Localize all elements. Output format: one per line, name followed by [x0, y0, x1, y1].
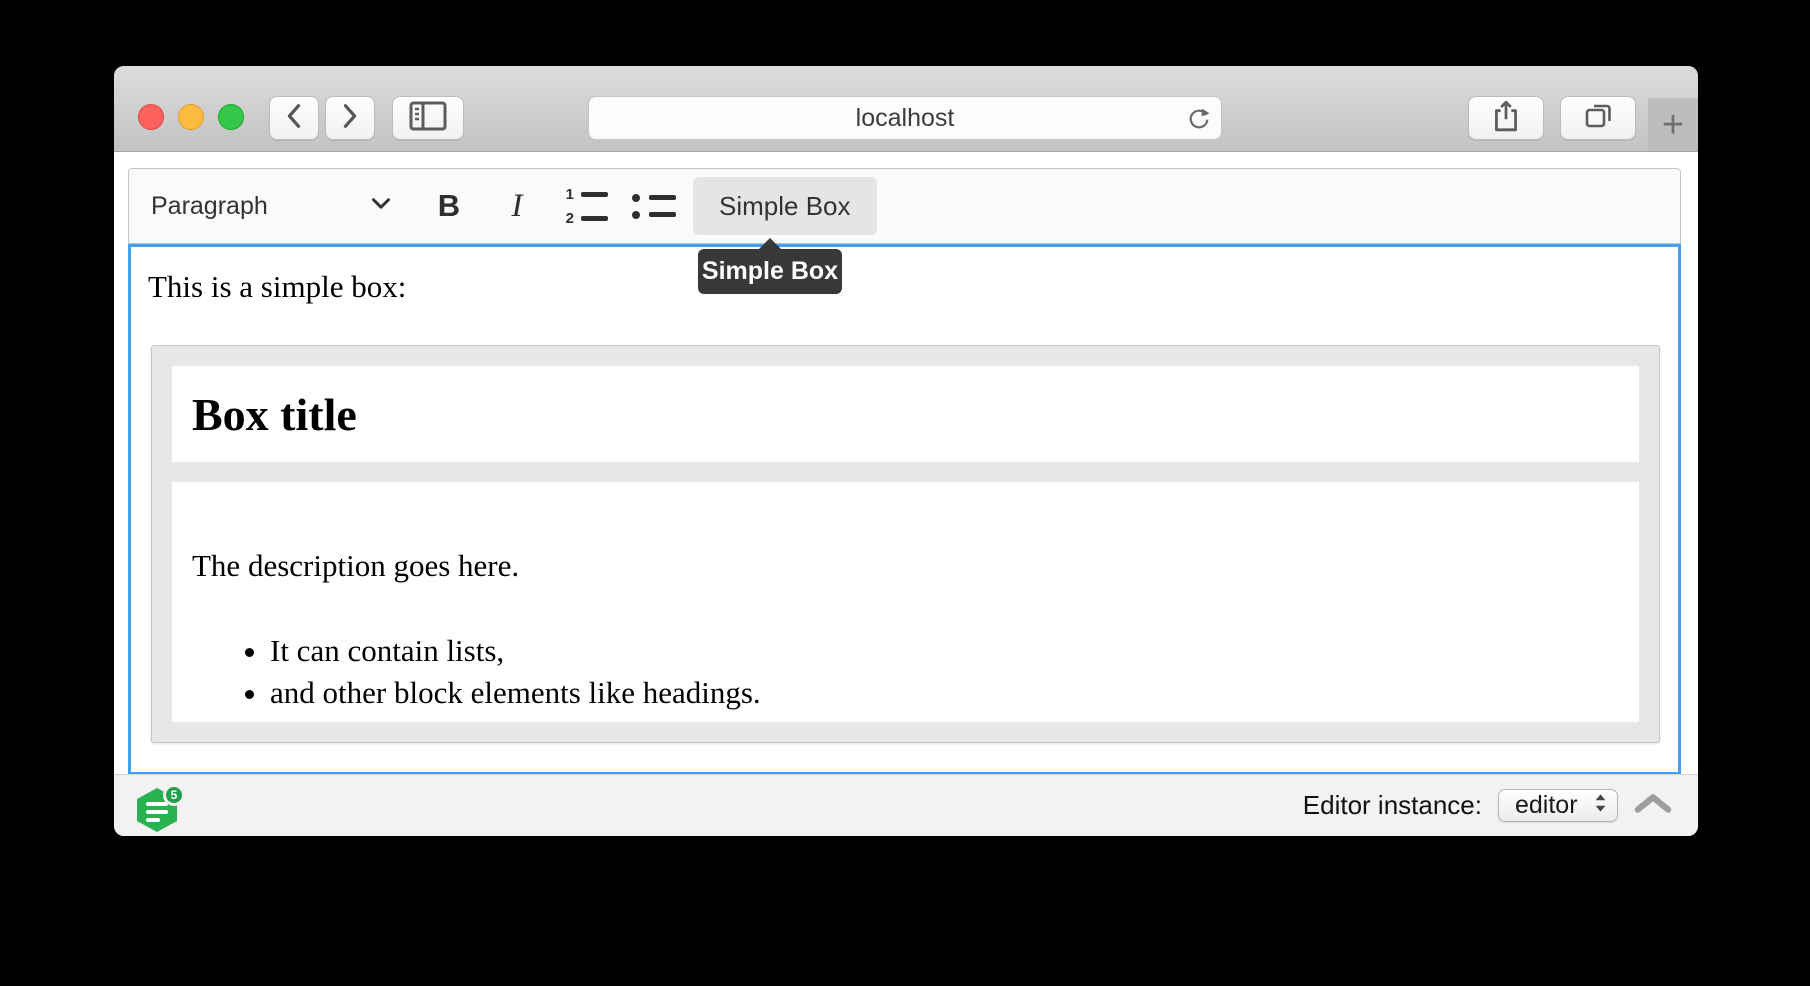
share-button[interactable]	[1468, 96, 1544, 140]
simple-box-description[interactable]: The description goes here. It can contai…	[172, 482, 1639, 722]
simple-box-title[interactable]: Box title	[172, 366, 1639, 462]
share-icon	[1490, 99, 1522, 138]
list-item: and other block elements like headings.	[270, 672, 1619, 714]
numbered-list-icon: 1 2	[562, 187, 608, 226]
simple-box-tooltip: Simple Box	[698, 249, 842, 294]
sidebar-icon	[409, 101, 447, 136]
browser-title-bar: localhost	[114, 66, 1698, 152]
address-bar-url: localhost	[856, 104, 955, 133]
reload-icon	[1186, 106, 1212, 132]
tooltip-arrow-icon	[758, 238, 782, 250]
intro-paragraph: This is a simple box:	[148, 269, 1678, 305]
tooltip-text: Simple Box	[702, 257, 838, 286]
description-paragraph: The description goes here.	[192, 546, 1619, 586]
bulleted-list-icon	[630, 194, 676, 219]
editor-instance-label: Editor instance:	[1303, 790, 1482, 821]
description-list: It can contain lists, and other block el…	[192, 630, 1619, 714]
web-page: Paragraph B I 1 2	[114, 152, 1698, 775]
bold-button[interactable]: B	[421, 177, 477, 235]
minimize-window-button[interactable]	[178, 104, 204, 130]
simple-box-button-label: Simple Box	[719, 191, 851, 222]
reload-button[interactable]	[1185, 105, 1213, 133]
chevron-up-icon	[1634, 792, 1672, 814]
forward-button[interactable]	[325, 96, 375, 140]
version-badge: 5	[163, 784, 185, 806]
forward-icon	[342, 103, 358, 134]
editor-toolbar: Paragraph B I 1 2	[128, 168, 1681, 244]
address-bar[interactable]: localhost	[588, 96, 1222, 140]
simple-box-widget[interactable]: Box title The description goes here. It …	[151, 345, 1660, 743]
zoom-window-button[interactable]	[218, 104, 244, 130]
list-item: It can contain lists,	[270, 630, 1619, 672]
tab-overview-button[interactable]	[1560, 96, 1636, 140]
editor-instance-select[interactable]: editor	[1498, 789, 1618, 822]
browser-window: localhost	[114, 66, 1698, 836]
editor-editable-area[interactable]: This is a simple box: Box title The desc…	[128, 244, 1681, 775]
italic-button[interactable]: I	[489, 177, 545, 235]
plus-icon: +	[1662, 106, 1684, 144]
close-window-button[interactable]	[138, 104, 164, 130]
sample-footer: 5 Editor instance: editor	[114, 774, 1698, 836]
sidebar-toggle-button[interactable]	[392, 96, 464, 140]
heading-dropdown[interactable]: Paragraph	[151, 177, 391, 235]
new-tab-button[interactable]: +	[1648, 98, 1698, 151]
bold-icon: B	[438, 188, 460, 224]
heading-dropdown-label: Paragraph	[151, 192, 268, 221]
select-stepper-icon	[1594, 793, 1607, 818]
bulleted-list-button[interactable]	[625, 177, 681, 235]
tabs-icon	[1582, 100, 1614, 137]
collapse-footer-button[interactable]	[1634, 792, 1672, 819]
chevron-down-icon	[371, 197, 391, 215]
italic-icon: I	[512, 188, 523, 225]
back-button[interactable]	[269, 96, 319, 140]
selected-instance: editor	[1515, 791, 1578, 820]
simple-box-button[interactable]: Simple Box	[693, 177, 877, 235]
back-icon	[286, 103, 302, 134]
ckeditor-logo[interactable]: 5	[137, 786, 185, 832]
numbered-list-button[interactable]: 1 2	[557, 177, 613, 235]
